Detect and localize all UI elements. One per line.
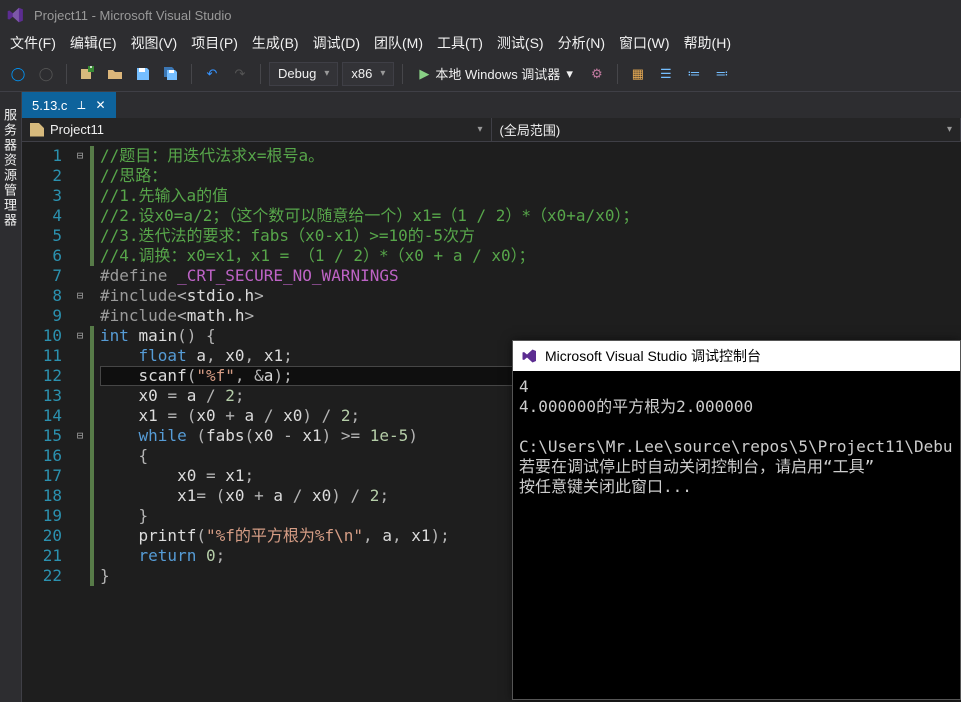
tool-icon-5[interactable]: ≕ bbox=[710, 62, 734, 86]
file-tab-strip: 5.13.c ⟂ ✕ bbox=[22, 92, 961, 118]
menu-team[interactable]: 团队(M) bbox=[374, 33, 423, 53]
menu-analyze[interactable]: 分析(N) bbox=[558, 33, 605, 53]
project-name: Project11 bbox=[50, 122, 104, 137]
undo-icon[interactable]: ↶ bbox=[200, 62, 224, 86]
save-icon[interactable] bbox=[131, 62, 155, 86]
separator bbox=[617, 64, 618, 84]
close-icon[interactable]: ✕ bbox=[95, 98, 105, 112]
play-icon: ▶ bbox=[419, 66, 429, 82]
file-tab-active[interactable]: 5.13.c ⟂ ✕ bbox=[22, 92, 116, 118]
caret-down-icon: ▾ bbox=[566, 66, 573, 82]
project-icon bbox=[30, 123, 44, 137]
project-combo[interactable]: Project11 ▾ bbox=[22, 118, 492, 141]
scope-label: (全局范围) bbox=[500, 120, 561, 139]
menu-project[interactable]: 项目(P) bbox=[191, 33, 238, 53]
menu-edit[interactable]: 编辑(E) bbox=[70, 33, 117, 53]
platform-combo[interactable]: x86 ▾ bbox=[342, 62, 394, 86]
vs-logo-icon bbox=[521, 348, 537, 364]
tool-icon-3[interactable]: ☰ bbox=[654, 62, 678, 86]
new-project-icon[interactable] bbox=[75, 62, 99, 86]
caret-down-icon: ▾ bbox=[477, 124, 482, 135]
caret-down-icon: ▾ bbox=[947, 124, 952, 135]
redo-icon[interactable]: ↷ bbox=[228, 62, 252, 86]
menubar: 文件(F) 编辑(E) 视图(V) 项目(P) 生成(B) 调试(D) 团队(M… bbox=[0, 30, 961, 56]
open-icon[interactable] bbox=[103, 62, 127, 86]
tool-icon-1[interactable]: ⚙ bbox=[585, 62, 609, 86]
menu-tools[interactable]: 工具(T) bbox=[437, 33, 483, 53]
debug-console-window[interactable]: Microsoft Visual Studio 调试控制台 4 4.000000… bbox=[512, 340, 961, 700]
config-label: Debug bbox=[278, 66, 316, 81]
pin-icon[interactable]: ⟂ bbox=[77, 98, 85, 113]
console-output: 4 4.000000的平方根为2.000000 C:\Users\Mr.Lee\… bbox=[513, 371, 960, 503]
platform-label: x86 bbox=[351, 66, 372, 81]
menu-build[interactable]: 生成(B) bbox=[252, 33, 299, 53]
separator bbox=[260, 64, 261, 84]
caret-down-icon: ▾ bbox=[324, 68, 329, 79]
file-tab-name: 5.13.c bbox=[32, 98, 67, 113]
config-combo[interactable]: Debug ▾ bbox=[269, 62, 338, 86]
separator bbox=[402, 64, 403, 84]
menu-view[interactable]: 视图(V) bbox=[131, 33, 178, 53]
start-label: 本地 Windows 调试器 bbox=[435, 64, 560, 83]
vs-logo-icon bbox=[6, 6, 24, 24]
start-debug-button[interactable]: ▶ 本地 Windows 调试器 ▾ bbox=[411, 62, 581, 86]
nav-back-icon[interactable]: ◯ bbox=[6, 62, 30, 86]
window-title: Project11 - Microsoft Visual Studio bbox=[34, 8, 232, 23]
nav-bar: Project11 ▾ (全局范围) ▾ bbox=[22, 118, 961, 142]
separator bbox=[66, 64, 67, 84]
save-all-icon[interactable] bbox=[159, 62, 183, 86]
server-explorer-tab[interactable]: 服务器资源管理器 bbox=[0, 100, 21, 702]
console-titlebar[interactable]: Microsoft Visual Studio 调试控制台 bbox=[513, 341, 960, 371]
menu-file[interactable]: 文件(F) bbox=[10, 33, 56, 53]
side-tool-strip: 服务器资源管理器 工具箱 bbox=[0, 92, 22, 702]
console-title-text: Microsoft Visual Studio 调试控制台 bbox=[545, 346, 761, 366]
menu-help[interactable]: 帮助(H) bbox=[684, 33, 731, 53]
menu-debug[interactable]: 调试(D) bbox=[313, 33, 360, 53]
line-gutter: 12345678910111213141516171819202122 bbox=[22, 142, 70, 702]
tool-icon-4[interactable]: ≔ bbox=[682, 62, 706, 86]
titlebar: Project11 - Microsoft Visual Studio bbox=[0, 0, 961, 30]
separator bbox=[191, 64, 192, 84]
scope-combo[interactable]: (全局范围) ▾ bbox=[492, 118, 961, 141]
nav-fwd-icon[interactable]: ◯ bbox=[34, 62, 58, 86]
fold-gutter[interactable]: ⊟⊟⊟⊟ bbox=[70, 142, 90, 702]
menu-window[interactable]: 窗口(W) bbox=[619, 33, 670, 53]
toolbar: ◯ ◯ ↶ ↷ Debug ▾ x86 ▾ ▶ 本地 Windows 调试器 ▾… bbox=[0, 56, 961, 92]
caret-down-icon: ▾ bbox=[380, 68, 385, 79]
tool-icon-2[interactable]: ▦ bbox=[626, 62, 650, 86]
menu-test[interactable]: 测试(S) bbox=[497, 33, 544, 53]
